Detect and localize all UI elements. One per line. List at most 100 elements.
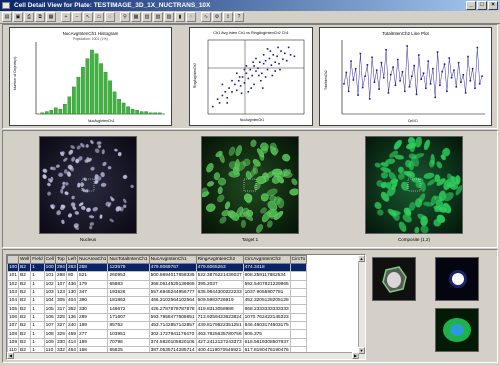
cell-thumbnail-2[interactable] <box>435 257 479 301</box>
table-row[interactable]: 102 B2 1 102 107 436 179 65883 368.0614525139665… <box>7 279 308 289</box>
column-header[interactable]: Left <box>65 255 78 264</box>
table-cell[interactable]: 1 <box>30 287 45 298</box>
table-cell[interactable]: 414 <box>65 337 78 347</box>
table-cell[interactable]: 65883 <box>107 279 150 289</box>
table-cell[interactable]: 329 <box>54 329 67 339</box>
histogram-chart[interactable]: NucAvgIntenCh1 Histogram Population: 100… <box>9 27 172 126</box>
table-cell[interactable]: B2 <box>18 279 32 289</box>
export-icon[interactable]: ⇪ <box>223 12 233 22</box>
table-cell[interactable]: 106 <box>43 312 56 323</box>
table-cell[interactable]: 260953 <box>107 271 150 281</box>
table-cell[interactable]: 107 <box>43 321 56 331</box>
table-cell[interactable]: 347 <box>76 287 109 298</box>
table-cell[interactable]: 1 <box>30 337 45 347</box>
table-cell[interactable]: 522.3876221436037 <box>195 271 244 281</box>
table-cell[interactable]: 327 <box>54 321 67 331</box>
table-cell[interactable] <box>289 271 308 281</box>
scroll-left-icon[interactable]: ◀ <box>7 352 14 359</box>
table-cell[interactable]: 181863 <box>107 296 150 306</box>
table-cell[interactable]: 390 <box>76 296 109 306</box>
table-cell[interactable]: 362 <box>65 304 78 314</box>
settings-icon[interactable]: ⚙ <box>212 12 222 22</box>
line-icon[interactable]: ∿ <box>201 12 211 22</box>
table-cell[interactable]: 105 <box>43 304 56 314</box>
table-cell[interactable]: 109 <box>43 337 56 347</box>
table-icon[interactable]: ▥ <box>142 12 152 22</box>
filter-icon[interactable]: ⚲ <box>120 12 130 22</box>
table-cell[interactable]: 298 <box>54 271 67 281</box>
table-cell[interactable] <box>289 279 308 289</box>
table-cell[interactable] <box>289 312 308 323</box>
table-row[interactable]: 105 B2 1 105 317 362 330 146672 426.278787878787… <box>7 304 308 314</box>
table-cell[interactable]: 289 <box>76 312 109 323</box>
table-cell[interactable]: 325 <box>54 312 67 323</box>
table-cell[interactable]: 1070.762422145323 <box>242 312 291 323</box>
table-cell[interactable]: 294 <box>54 262 67 273</box>
table-cell[interactable]: 419.8313058986 <box>195 304 244 314</box>
table-cell[interactable]: 105 <box>7 304 20 314</box>
table-cell[interactable]: 463.7825635780756 <box>195 329 244 339</box>
table-row[interactable]: 100 B2 1 100 294 263 258 123579 479.9069767 479.6… <box>7 262 308 273</box>
column-header[interactable]: Well <box>18 255 32 264</box>
table-cell[interactable]: 1 <box>30 262 45 273</box>
image-icon[interactable]: ▧ <box>153 12 163 22</box>
table-cell[interactable]: 1 <box>30 279 45 289</box>
table-cell[interactable]: 240 <box>65 321 78 331</box>
data-table-container[interactable]: Well Field Cell Top Left NucAreaCh1 NucTotalIn… <box>6 254 366 360</box>
print-icon[interactable]: ⎙ <box>24 12 34 22</box>
table-cell[interactable]: 103 <box>7 287 20 298</box>
cell-thumbnail-3[interactable] <box>435 308 479 352</box>
table-cell[interactable] <box>289 262 308 273</box>
table-cell[interactable]: 100 <box>43 262 56 273</box>
table-cell[interactable]: B2 <box>18 262 32 273</box>
table-cell[interactable]: 509.5983726919 <box>195 296 244 306</box>
table-cell[interactable]: 123579 <box>107 262 150 273</box>
line-chart[interactable]: TotalIntenCh2 Line Plot TotalIntenCh2 Ce… <box>319 27 492 126</box>
table-cell[interactable]: 479.6065263 <box>195 262 244 273</box>
table-row[interactable]: 109 B2 1 109 330 414 189 70796 374.5820105820106… <box>7 337 308 347</box>
table-cell[interactable]: 474.3418 <box>242 262 291 273</box>
table-cell[interactable]: 100 <box>7 262 20 273</box>
table-cell[interactable]: 605.375 <box>242 329 291 339</box>
table-cell[interactable]: 85752 <box>107 321 150 331</box>
maximize-button[interactable]: □ <box>477 1 487 10</box>
table-cell[interactable]: 108 <box>7 329 20 339</box>
table-cell[interactable]: 808.259117882534 <box>242 271 291 281</box>
table-cell[interactable]: 146672 <box>107 304 150 314</box>
table-cell[interactable]: 107 <box>54 279 67 289</box>
zoom-out-icon[interactable]: − <box>72 12 82 22</box>
composite-image[interactable] <box>365 136 463 234</box>
table-cell[interactable]: 368.0614525139665 <box>148 279 197 289</box>
grid-icon[interactable]: ▦ <box>131 12 141 22</box>
table-cell[interactable]: B2 <box>18 287 32 298</box>
table-row[interactable]: 108 B2 1 108 329 459 277 103951 302.172794117647… <box>7 329 308 339</box>
table-cell[interactable]: 189 <box>76 321 109 331</box>
table-cell[interactable]: 103 <box>43 287 56 298</box>
table-cell[interactable]: 330 <box>54 337 67 347</box>
table-row[interactable]: 103 B2 1 103 123 130 347 193526 557.694524495677… <box>7 287 308 298</box>
table-cell[interactable]: B2 <box>18 337 32 347</box>
table-cell[interactable]: 1037.9055907781 <box>242 287 291 298</box>
vertical-scrollbar[interactable]: ▲ ▼ <box>358 255 365 359</box>
table-cell[interactable]: 107 <box>7 321 20 331</box>
table-row[interactable]: 104 B2 1 104 305 404 390 181863 466.310256410256… <box>7 296 308 306</box>
table-cell[interactable]: 104 <box>43 296 56 306</box>
zoom-in-icon[interactable]: + <box>61 12 71 22</box>
column-header[interactable]: NucTotalIntenCh1 <box>107 255 150 264</box>
table-cell[interactable] <box>289 296 308 306</box>
table-cell[interactable]: 108 <box>43 329 56 339</box>
table-cell[interactable]: 80 <box>65 271 78 281</box>
table-cell[interactable]: 1 <box>30 271 45 281</box>
column-header[interactable]: RingAvgIntenCh2 <box>195 255 244 264</box>
scroll-up-icon[interactable]: ▲ <box>358 255 365 262</box>
table-cell[interactable]: 592.5407821229965 <box>242 279 291 289</box>
table-cell[interactable]: 439.8179522351251 <box>195 321 244 331</box>
column-header[interactable] <box>7 255 20 264</box>
table-cell[interactable]: 277 <box>76 329 109 339</box>
table-cell[interactable]: 305 <box>54 296 67 306</box>
table-cell[interactable]: 426.2787878787878 <box>148 304 197 314</box>
table-cell[interactable]: 106 <box>7 312 20 323</box>
column-header[interactable]: Top <box>54 255 67 264</box>
target1-image[interactable] <box>200 136 300 234</box>
help-icon[interactable]: ? <box>234 12 244 22</box>
